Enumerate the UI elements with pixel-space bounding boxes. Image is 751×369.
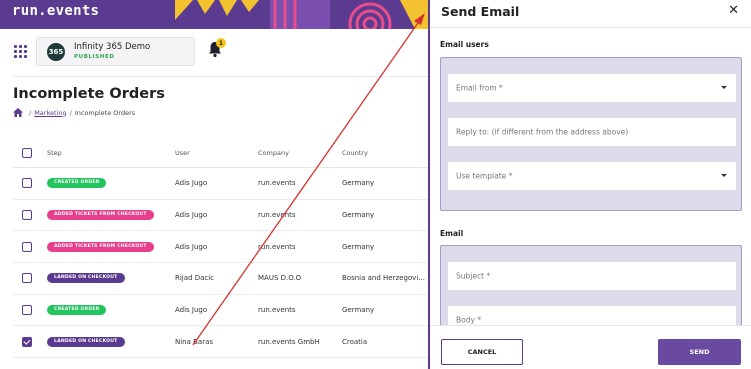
breadcrumb-link-marketing[interactable]: Marketing: [34, 109, 66, 117]
country-cell: Germany: [342, 179, 375, 188]
send-button[interactable]: SEND: [658, 339, 741, 365]
breadcrumb-current: Incomplete Orders: [74, 108, 136, 117]
step-badge: ADDED TICKETS FROM CHECKOUT: [47, 210, 154, 221]
table-header: Step User Company Country: [13, 139, 430, 168]
step-badge: CREATED ORDER: [47, 305, 107, 316]
table-row[interactable]: LANDED ON CHECKOUT Rijad Dacic MAUS D.O.O B…: [13, 263, 430, 295]
company-cell: MAUS D.O.O: [258, 274, 302, 283]
column-header-step[interactable]: Step: [47, 149, 62, 157]
breadcrumb: / Marketing / Incomplete Orders: [13, 108, 135, 117]
row-checkbox[interactable]: [22, 305, 32, 316]
close-icon[interactable]: ✕: [728, 4, 739, 18]
page-title: Incomplete Orders: [13, 86, 165, 102]
template-select[interactable]: Use template *: [448, 162, 736, 190]
event-logo: 365: [47, 43, 65, 61]
subject-placeholder: Subject *: [456, 271, 491, 281]
email-from-placeholder: Email from *: [456, 83, 503, 93]
modal-footer: CANCEL SEND: [430, 325, 751, 369]
body-placeholder: Body *: [456, 315, 482, 325]
template-placeholder: Use template *: [456, 171, 513, 181]
select-all-checkbox[interactable]: [22, 148, 32, 158]
email-users-section: Email from * Reply to: (if different fro…: [440, 57, 742, 211]
user-cell: Adis Jugo: [175, 211, 208, 220]
subject-input[interactable]: Subject *: [448, 262, 736, 290]
country-cell: Germany: [342, 211, 375, 220]
notification-badge: 1: [216, 38, 226, 48]
chevron-down-icon: [721, 86, 727, 89]
divider: [13, 76, 430, 77]
header-decoration: [175, 0, 430, 29]
company-cell: run.events: [258, 242, 296, 251]
user-cell: Adis Jugo: [175, 242, 208, 251]
send-email-panel: Send Email ✕ Email users Email from * Re…: [428, 0, 751, 369]
row-checkbox[interactable]: [22, 178, 32, 189]
table-row[interactable]: ADDED TICKETS FROM CHECKOUT Adis Jugo run.…: [13, 200, 430, 232]
row-checkbox[interactable]: [22, 241, 32, 252]
apps-grid-icon[interactable]: [14, 45, 27, 58]
step-badge: ADDED TICKETS FROM CHECKOUT: [47, 241, 154, 252]
breadcrumb-separator: /: [29, 108, 32, 117]
user-cell: Adis Jugo: [175, 179, 208, 188]
company-cell: run.events: [258, 179, 296, 188]
breadcrumb-separator: /: [69, 108, 72, 117]
column-header-user[interactable]: User: [175, 149, 190, 157]
user-cell: Nina Baras: [175, 337, 214, 346]
row-checkbox[interactable]: [22, 273, 32, 284]
event-selector[interactable]: 365 Infinity 365 Demo PUBLISHED: [36, 37, 195, 66]
event-status: PUBLISHED: [74, 54, 115, 60]
company-cell: run.events: [258, 211, 296, 220]
country-cell: Germany: [342, 242, 375, 251]
step-badge: LANDED ON CHECKOUT: [47, 273, 125, 284]
orders-table: Step User Company Country CREATED ORDER A…: [13, 139, 430, 359]
table-row[interactable]: ADDED TICKETS FROM CHECKOUT Adis Jugo run.…: [13, 231, 430, 264]
row-checkbox[interactable]: [22, 210, 32, 221]
country-cell: Germany: [342, 306, 375, 315]
company-cell: run.events GmbH: [258, 337, 320, 346]
country-cell: Croatia: [342, 337, 368, 346]
column-header-country[interactable]: Country: [342, 149, 368, 157]
top-bar: run.events: [0, 0, 430, 29]
email-from-select[interactable]: Email from *: [448, 74, 736, 102]
user-cell: Adis Jugo: [175, 306, 208, 315]
step-badge: CREATED ORDER: [47, 178, 107, 189]
column-header-company[interactable]: Company: [258, 149, 289, 157]
home-icon[interactable]: [13, 108, 23, 117]
user-cell: Rijad Dacic: [175, 274, 215, 283]
chevron-down-icon: [721, 174, 727, 177]
email-users-label: Email users: [440, 40, 489, 49]
app-background: run.events 365 Infinity 365 Demo PUBLISH…: [0, 0, 430, 369]
table-row[interactable]: LANDED ON CHECKOUT Nina Baras run.events G…: [13, 326, 430, 359]
modal-title: Send Email: [441, 4, 520, 19]
step-badge: LANDED ON CHECKOUT: [47, 336, 125, 347]
email-label: Email: [440, 229, 464, 238]
reply-to-placeholder: Reply to: (if different from the address…: [456, 127, 629, 137]
reply-to-input[interactable]: Reply to: (if different from the address…: [448, 118, 736, 146]
divider: [430, 27, 751, 28]
table-row[interactable]: CREATED ORDER Adis Jugo run.events Germany: [13, 168, 430, 200]
event-name: Infinity 365 Demo: [74, 42, 151, 52]
cancel-button[interactable]: CANCEL: [441, 339, 523, 365]
company-cell: run.events: [258, 306, 296, 315]
country-cell: Bosnia and Herzegovi...: [342, 274, 425, 283]
table-row[interactable]: CREATED ORDER Adis Jugo run.events Germany: [13, 295, 430, 327]
row-checkbox[interactable]: [22, 336, 32, 347]
logo[interactable]: run.events: [12, 3, 99, 19]
